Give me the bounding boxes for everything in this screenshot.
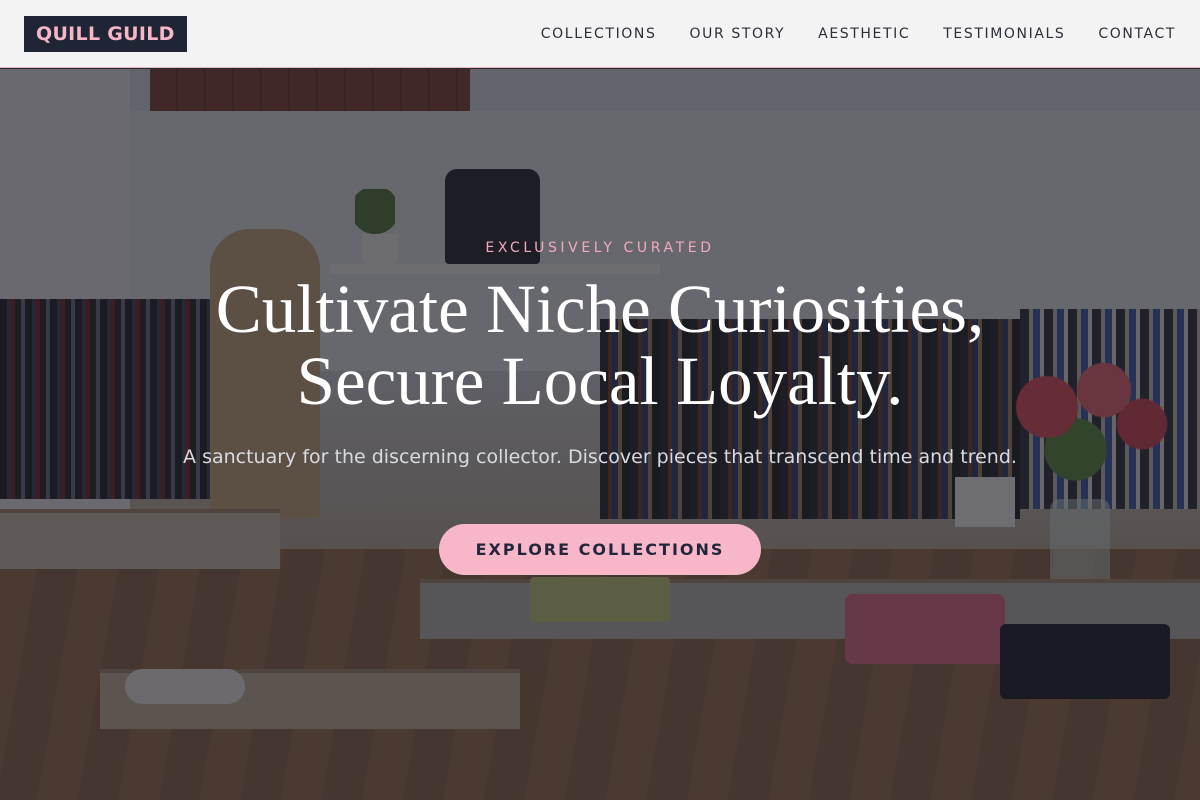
nav-link-aesthetic[interactable]: AESTHETIC bbox=[818, 26, 910, 42]
hero-headline: Cultivate Niche Curiosities, Secure Loca… bbox=[100, 273, 1100, 417]
hero-headline-line-2: Secure Local Loyalty. bbox=[296, 343, 904, 419]
hero-subtitle: A sanctuary for the discerning collector… bbox=[183, 446, 1017, 468]
brand-logo[interactable]: QUILL GUILD bbox=[24, 15, 187, 52]
explore-collections-button[interactable]: EXPLORE COLLECTIONS bbox=[439, 524, 761, 575]
nav-link-collections[interactable]: COLLECTIONS bbox=[541, 26, 657, 42]
hero-eyebrow: EXCLUSIVELY CURATED bbox=[485, 240, 715, 256]
nav-link-contact[interactable]: CONTACT bbox=[1098, 26, 1176, 42]
nav-link-testimonials[interactable]: TESTIMONIALS bbox=[943, 26, 1065, 42]
site-header: QUILL GUILD COLLECTIONS OUR STORY AESTHE… bbox=[0, 0, 1200, 68]
hero-content: EXCLUSIVELY CURATED Cultivate Niche Curi… bbox=[0, 69, 1200, 800]
nav-link-our-story[interactable]: OUR STORY bbox=[689, 26, 785, 42]
hero-headline-line-1: Cultivate Niche Curiosities, bbox=[215, 271, 985, 347]
main-nav: COLLECTIONS OUR STORY AESTHETIC TESTIMON… bbox=[541, 26, 1176, 42]
